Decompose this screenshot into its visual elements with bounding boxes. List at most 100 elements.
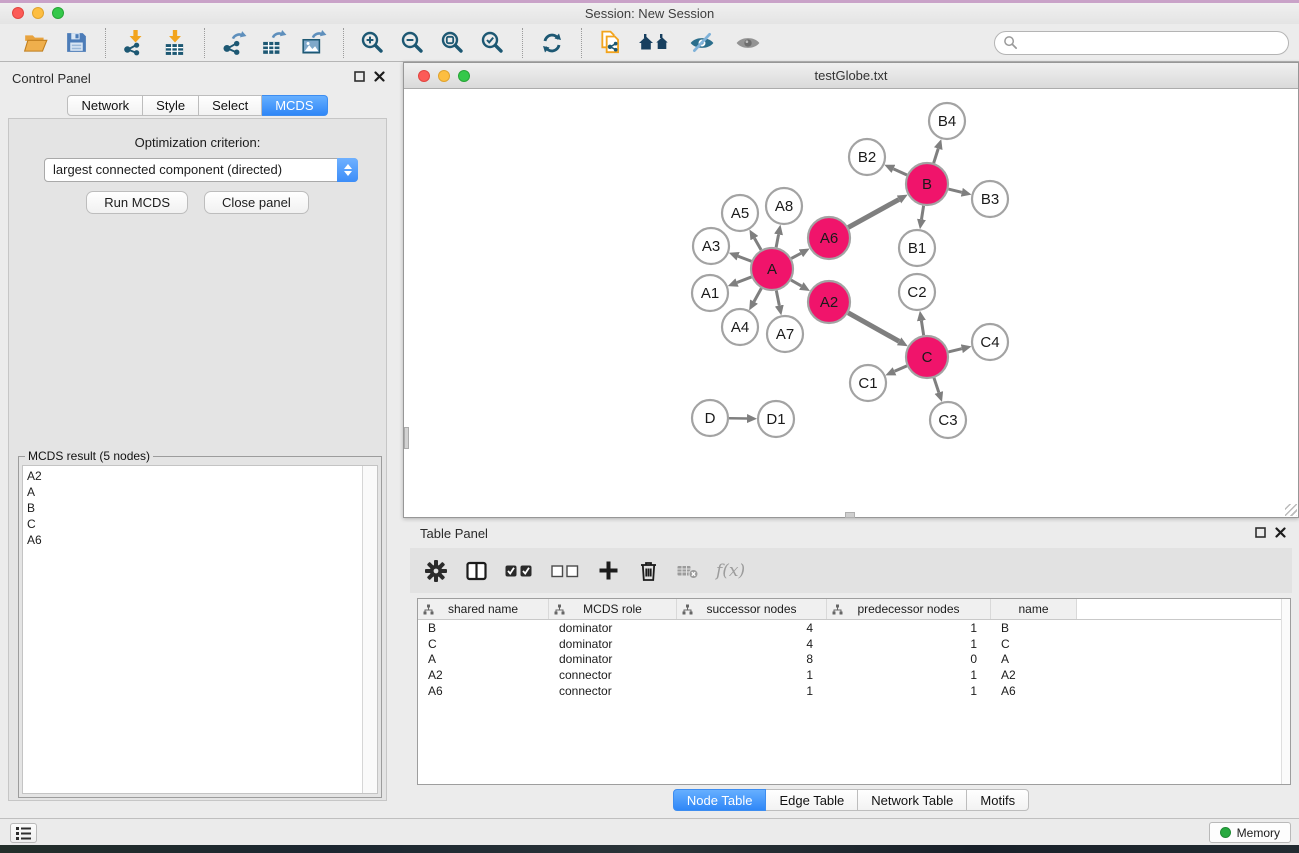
table-cell[interactable]: A [991,652,1077,666]
graph-node-B1[interactable]: B1 [899,230,935,266]
graph-node-A1[interactable]: A1 [692,275,728,311]
add-column-icon[interactable] [596,559,620,583]
tab-node-table[interactable]: Node Table [673,789,767,811]
table-cell[interactable]: C [418,637,549,651]
graph-node-C[interactable]: C [906,336,948,378]
split-pane-handle[interactable] [845,512,855,518]
table-cell[interactable]: A2 [418,668,549,682]
tab-network[interactable]: Network [67,95,143,116]
graph-node-C1[interactable]: C1 [850,365,886,401]
column-header-MCDS-role[interactable]: MCDS role [549,599,677,619]
mcds-result-list[interactable]: A2ABCA6 [22,465,378,794]
run-mcds-button[interactable]: Run MCDS [86,191,188,214]
table-cell[interactable]: 1 [677,684,827,698]
toggle-column-view-icon[interactable] [464,559,488,583]
graph-edge-A-A5[interactable] [754,238,761,250]
table-cell[interactable]: B [418,621,549,635]
graph-node-D[interactable]: D [692,400,728,436]
table-cell[interactable]: A2 [991,668,1077,682]
table-row[interactable]: Cdominator41C [418,636,1290,652]
graph-node-A8[interactable]: A8 [766,188,802,224]
table-cell[interactable]: C [991,637,1077,651]
export-table-icon[interactable] [259,28,289,58]
table-cell[interactable]: 1 [827,637,991,651]
graph-edge-A-A3[interactable] [738,256,751,261]
show-all-icon[interactable] [730,28,766,58]
table-cell[interactable]: connector [549,684,677,698]
graph-node-C3[interactable]: C3 [930,402,966,438]
tab-motifs[interactable]: Motifs [967,789,1029,811]
graph-edge-A6-B[interactable] [848,199,899,227]
export-network-icon[interactable] [219,28,249,58]
graph-node-A7[interactable]: A7 [767,316,803,352]
table-settings-gear-icon[interactable] [424,559,448,583]
tab-network-table[interactable]: Network Table [858,789,967,811]
graph-node-B2[interactable]: B2 [849,139,885,175]
table-cell[interactable]: 4 [677,621,827,635]
graph-edge-A-A2[interactable] [791,280,801,286]
table-cell[interactable]: connector [549,668,677,682]
mcds-result-item[interactable]: A2 [27,468,377,484]
zoom-in-icon[interactable] [358,28,388,58]
graph-node-A4[interactable]: A4 [722,309,758,345]
graph-edge-A2-C[interactable] [848,313,899,342]
mcds-result-item[interactable]: B [27,500,377,516]
graph-edge-B-B2[interactable] [893,169,906,175]
graph-edge-A-A1[interactable] [737,277,751,283]
import-table-icon[interactable] [160,28,190,58]
delete-columns-icon[interactable] [636,559,660,583]
close-table-panel-icon[interactable] [1275,527,1286,538]
tab-style[interactable]: Style [143,95,199,116]
mcds-result-item[interactable]: A6 [27,532,377,548]
tab-select[interactable]: Select [199,95,262,116]
graph-edge-B-B4[interactable] [934,149,939,163]
table-cell[interactable]: dominator [549,621,677,635]
graph-node-B4[interactable]: B4 [929,103,965,139]
column-header-name[interactable]: name [991,599,1077,619]
mcds-result-item[interactable]: A [27,484,377,500]
delete-table-icon[interactable] [676,559,700,583]
zoom-out-icon[interactable] [398,28,428,58]
window-resize-grip[interactable] [1285,504,1297,516]
dropdown-stepper-icon[interactable] [337,158,358,182]
close-panel-button[interactable]: Close panel [204,191,309,214]
tab-edge-table[interactable]: Edge Table [766,789,858,811]
graph-edge-A-A7[interactable] [776,291,779,306]
export-image-icon[interactable] [299,28,329,58]
close-panel-icon[interactable] [374,71,385,82]
table-row[interactable]: Adominator80A [418,651,1290,667]
column-header-shared-name[interactable]: shared name [418,599,549,619]
canvas-left-scrollbar-thumb[interactable] [404,427,409,449]
table-cell[interactable]: dominator [549,652,677,666]
table-row[interactable]: A2connector11A2 [418,667,1290,683]
optimization-criterion-dropdown[interactable]: largest connected component (directed) [44,158,358,182]
column-header-predecessor-nodes[interactable]: predecessor nodes [827,599,991,619]
graph-node-B3[interactable]: B3 [972,181,1008,217]
import-network-icon[interactable] [120,28,150,58]
graph-edge-A-A6[interactable] [791,253,801,258]
search-input[interactable] [994,31,1289,55]
refresh-layout-icon[interactable] [537,28,567,58]
graph-edge-C-C4[interactable] [948,349,961,352]
graph-node-A6[interactable]: A6 [808,217,850,259]
table-row[interactable]: Bdominator41B [418,620,1290,636]
hide-selected-icon[interactable] [684,28,720,58]
tab-mcds[interactable]: MCDS [262,95,327,116]
graph-edge-A-A8[interactable] [776,234,778,247]
float-panel-icon[interactable] [354,71,365,82]
float-table-panel-icon[interactable] [1255,527,1266,538]
function-builder-icon[interactable]: f(x) [716,561,745,581]
memory-button[interactable]: Memory [1209,822,1291,843]
graph-edge-A-A4[interactable] [754,288,761,301]
duplicate-network-icon[interactable] [596,28,626,58]
table-cell[interactable]: B [991,621,1077,635]
task-history-button[interactable] [10,823,37,843]
table-cell[interactable]: A6 [991,684,1077,698]
mcds-result-item[interactable]: C [27,516,377,532]
graph-edge-C-C3[interactable] [934,378,939,393]
graph-node-A2[interactable]: A2 [808,281,850,323]
graph-edge-B-B3[interactable] [948,189,961,192]
result-list-scrollbar[interactable] [362,466,377,793]
table-cell[interactable]: 1 [827,684,991,698]
graph-edge-C-C2[interactable] [921,321,923,336]
